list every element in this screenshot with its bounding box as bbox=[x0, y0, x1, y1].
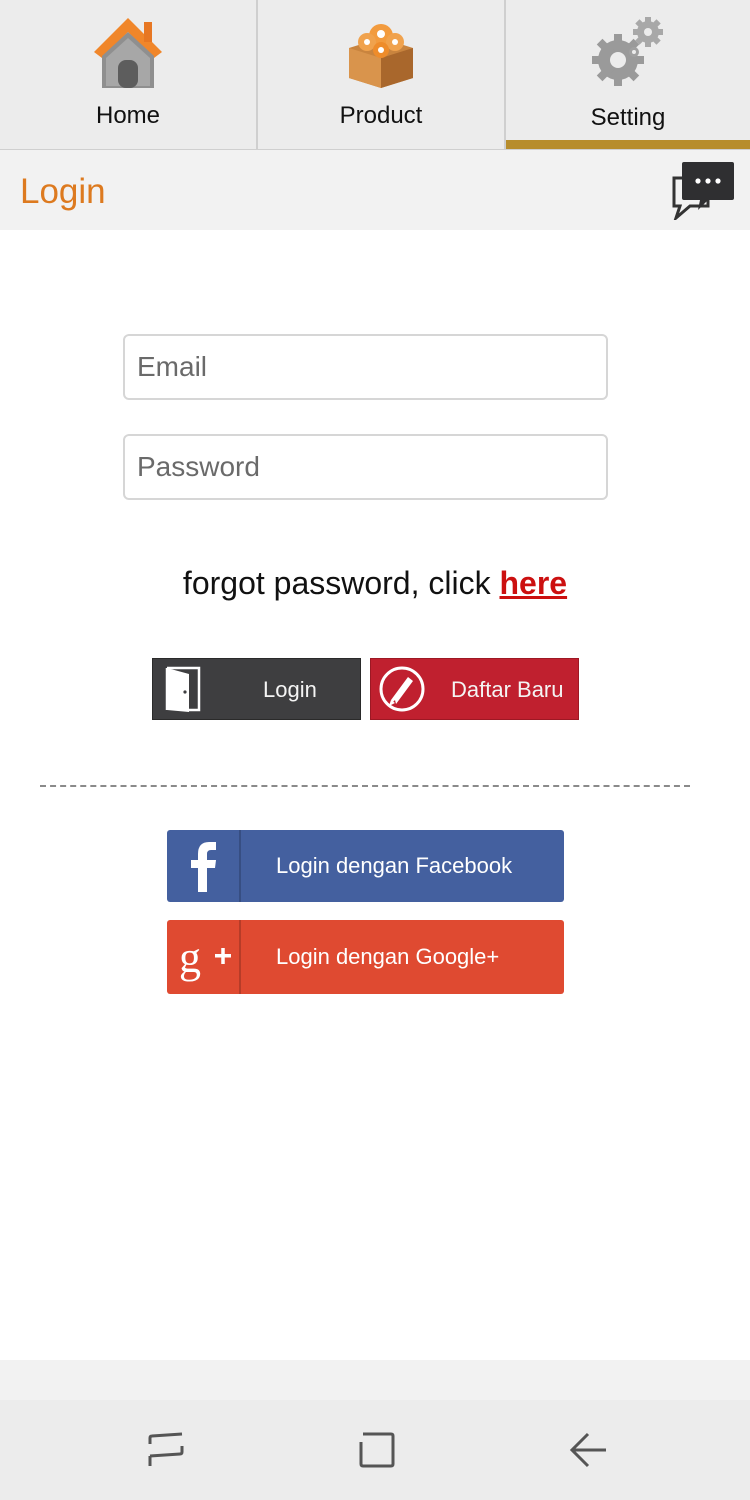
forgot-password-link[interactable]: here bbox=[499, 565, 567, 601]
chat-button[interactable] bbox=[668, 160, 736, 223]
box-icon bbox=[343, 14, 419, 95]
google-login-label: Login dengan Google+ bbox=[276, 944, 500, 969]
password-field[interactable] bbox=[123, 434, 608, 500]
facebook-login-button[interactable]: Login dengan Facebook bbox=[167, 830, 564, 902]
house-icon bbox=[90, 14, 166, 97]
login-button[interactable]: Login bbox=[152, 658, 361, 720]
recent-apps-button[interactable] bbox=[136, 1420, 196, 1480]
register-button[interactable]: Daftar Baru bbox=[370, 658, 579, 720]
tab-setting-label: Setting bbox=[590, 104, 666, 131]
google-icon-wrap: g bbox=[167, 920, 241, 994]
forgot-password-text: forgot password, click here bbox=[0, 565, 750, 602]
chat-bubbles-icon bbox=[668, 162, 736, 224]
dashed-divider bbox=[40, 785, 690, 787]
recent-apps-icon bbox=[136, 1432, 196, 1484]
login-card: forgot password, click here Login Daftar… bbox=[0, 230, 750, 1360]
back-arrow-icon bbox=[558, 1432, 618, 1484]
page-title: Login bbox=[20, 172, 106, 211]
facebook-icon bbox=[167, 842, 239, 906]
system-nav-bar bbox=[0, 1400, 750, 1500]
facebook-login-label: Login dengan Facebook bbox=[276, 853, 513, 878]
login-button-label: Login bbox=[263, 677, 317, 702]
active-tab-indicator bbox=[506, 140, 750, 149]
back-nav-button[interactable] bbox=[558, 1420, 618, 1480]
page-header: Login bbox=[0, 150, 750, 230]
tab-product[interactable]: Product bbox=[258, 0, 506, 149]
tab-product-label: Product bbox=[339, 102, 423, 129]
door-icon bbox=[159, 664, 209, 719]
google-plus-icon: g bbox=[167, 933, 239, 998]
tab-home-label: Home bbox=[95, 102, 161, 129]
tab-home[interactable]: Home bbox=[0, 0, 258, 149]
forgot-password-prefix: forgot password, click bbox=[182, 565, 500, 601]
home-square-icon bbox=[347, 1432, 407, 1484]
home-nav-button[interactable] bbox=[347, 1420, 407, 1480]
pencil-icon bbox=[377, 664, 427, 719]
tab-setting[interactable]: Setting bbox=[506, 0, 750, 149]
google-login-button[interactable]: g Login dengan Google+ bbox=[167, 920, 564, 994]
gears-icon bbox=[588, 14, 668, 95]
email-field[interactable] bbox=[123, 334, 608, 400]
register-button-label: Daftar Baru bbox=[451, 677, 564, 702]
facebook-icon-wrap bbox=[167, 830, 241, 902]
top-tab-bar: Home Product Setting bbox=[0, 0, 750, 150]
svg-text:g: g bbox=[179, 933, 201, 982]
